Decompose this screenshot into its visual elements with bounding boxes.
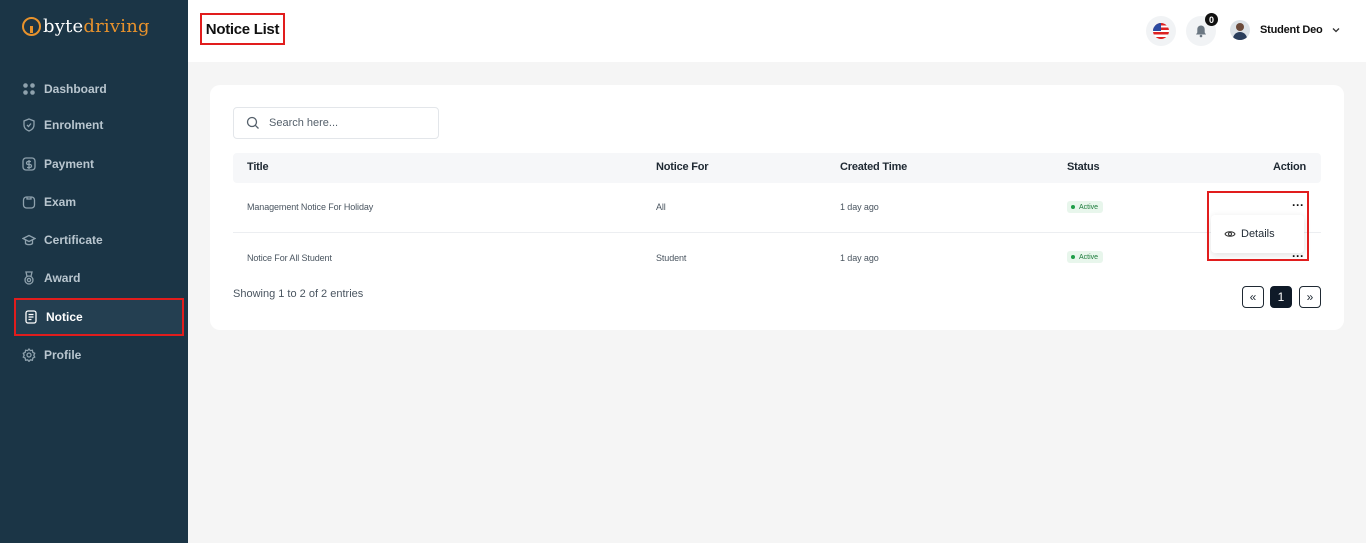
sidebar-item-label: Payment	[44, 157, 95, 171]
entries-summary: Showing 1 to 2 of 2 entries	[233, 288, 364, 300]
sidebar-item-dashboard[interactable]: Dashboard	[14, 70, 184, 108]
graduation-cap-icon	[22, 233, 36, 247]
notice-title: Management Notice For Holiday	[247, 202, 374, 212]
notice-for: Student	[656, 253, 687, 263]
pagination-next-button[interactable]: »	[1299, 286, 1321, 308]
sidebar-item-enrolment[interactable]: Enrolment	[14, 106, 184, 144]
sidebar-item-certificate[interactable]: Certificate	[14, 221, 184, 259]
column-header-title[interactable]: Title	[247, 161, 269, 173]
sidebar-item-notice[interactable]: Notice	[14, 298, 184, 336]
status-badge: Active	[1067, 201, 1104, 213]
sidebar-item-award[interactable]: Award	[14, 259, 184, 297]
status-dot	[1071, 255, 1075, 259]
notice-for: All	[656, 202, 666, 212]
highlight-box	[1207, 191, 1309, 261]
sidebar-item-label: Exam	[44, 195, 77, 209]
language-button[interactable]	[1146, 16, 1176, 46]
table-row: Management Notice For Holiday All 1 day …	[233, 183, 1321, 233]
notice-title: Notice For All Student	[247, 253, 332, 263]
pagination-page-1[interactable]: 1	[1270, 286, 1292, 308]
sidebar-item-label: Enrolment	[44, 118, 104, 132]
sidebar-item-label: Award	[44, 271, 81, 285]
logo[interactable]: bytedriving	[22, 16, 150, 37]
pagination-prev-button[interactable]: «	[1242, 286, 1264, 308]
avatar	[1230, 20, 1250, 40]
search-input[interactable]	[269, 117, 429, 129]
logo-text: bytedriving	[43, 16, 150, 37]
sidebar-item-label: Certificate	[44, 233, 103, 247]
steering-wheel-icon	[22, 17, 41, 36]
user-name: Student Deo	[1260, 24, 1323, 36]
search-box	[233, 107, 439, 139]
sidebar-item-label: Profile	[44, 348, 82, 362]
notification-count-badge: 0	[1205, 13, 1218, 26]
document-icon	[24, 310, 38, 324]
dollar-icon	[22, 157, 36, 171]
notification-button[interactable]: 0	[1186, 13, 1218, 46]
chevron-down-icon	[1332, 28, 1340, 33]
sidebar-item-label: Dashboard	[44, 82, 107, 96]
sidebar-item-profile[interactable]: Profile	[14, 336, 184, 374]
badge-icon	[22, 118, 36, 132]
clipboard-icon	[22, 195, 36, 209]
status-badge: Active	[1067, 251, 1104, 263]
table-row: Notice For All Student Student 1 day ago…	[233, 233, 1321, 283]
column-header-created-time[interactable]: Created Time	[840, 161, 907, 173]
created-time: 1 day ago	[840, 202, 879, 212]
bell-icon	[1196, 25, 1206, 38]
medal-icon	[22, 271, 36, 285]
grid-icon	[22, 82, 36, 96]
sidebar-item-exam[interactable]: Exam	[14, 183, 184, 221]
top-header: Notice List 0 Student Deo	[188, 0, 1366, 62]
sidebar-item-payment[interactable]: Payment	[14, 145, 184, 183]
column-header-status[interactable]: Status	[1067, 161, 1100, 173]
column-header-notice-for[interactable]: Notice For	[656, 161, 709, 173]
user-menu[interactable]: Student Deo	[1230, 20, 1341, 40]
table-header: Title Notice For Created Time Status Act…	[233, 153, 1321, 183]
status-dot	[1071, 205, 1075, 209]
page-title: Notice List	[200, 13, 285, 45]
column-header-action: Action	[1272, 161, 1306, 173]
sidebar: bytedriving Dashboard Enrolment Payment …	[0, 0, 188, 543]
gear-icon	[22, 348, 36, 362]
sidebar-item-label: Notice	[46, 310, 83, 324]
created-time: 1 day ago	[840, 253, 879, 263]
search-icon	[246, 116, 259, 129]
notice-card: Title Notice For Created Time Status Act…	[210, 85, 1344, 330]
us-flag-icon	[1153, 23, 1169, 39]
